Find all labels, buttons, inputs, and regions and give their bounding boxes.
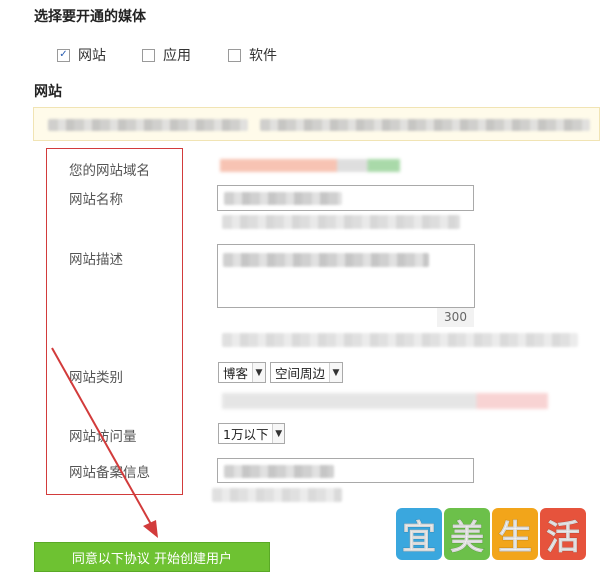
site-traffic-label: 网站访问量 [69, 429, 137, 445]
desc-hint-blurred [222, 333, 578, 347]
traffic-value: 1万以下 [223, 427, 269, 442]
watermark-char-2: 美 [444, 508, 490, 560]
category-primary-value: 博客 [223, 366, 249, 381]
media-option-app[interactable]: 应用 [142, 45, 191, 65]
blurred-notice-text [48, 119, 248, 131]
checkbox-app[interactable] [142, 48, 155, 62]
site-icp-label: 网站备案信息 [69, 465, 150, 481]
media-option-software[interactable]: 软件 [228, 45, 277, 65]
category-secondary-select[interactable]: 空间周边 ▼ [270, 362, 343, 383]
notice-bar [33, 107, 600, 141]
category-secondary-value: 空间周边 [275, 366, 326, 381]
watermark-char-1: 宜 [396, 508, 442, 560]
icp-input-blurred [224, 465, 334, 478]
watermark-logo: 宜 美 生 活 [396, 508, 586, 566]
site-desc-textarea-blurred [223, 253, 429, 267]
website-section-title: 网站 [34, 84, 62, 100]
traffic-select[interactable]: 1万以下 ▼ [218, 423, 285, 444]
site-desc-label: 网站描述 [69, 252, 123, 268]
domain-value-blurred [220, 159, 400, 172]
media-option-software-label: 软件 [249, 48, 277, 64]
category-primary-select[interactable]: 博客 ▼ [218, 362, 266, 383]
site-category-label: 网站类别 [69, 370, 123, 386]
watermark-char-4: 活 [540, 508, 586, 560]
watermark-char-3: 生 [492, 508, 538, 560]
category-hint-blurred [222, 393, 548, 409]
chevron-down-icon: ▼ [272, 424, 284, 443]
blurred-notice-text-2 [260, 119, 590, 131]
site-name-hint-blurred [222, 215, 460, 229]
media-option-website-label: 网站 [78, 48, 106, 64]
chevron-down-icon: ▼ [329, 363, 342, 382]
chevron-down-icon: ▼ [252, 363, 265, 382]
agree-create-button[interactable]: 同意以下协议 开始创建用户 [34, 542, 270, 572]
site-name-label: 网站名称 [69, 192, 123, 208]
checkbox-website[interactable]: ✓ [57, 48, 70, 62]
icp-hint-blurred [212, 488, 342, 502]
checkbox-software[interactable] [228, 48, 241, 62]
site-name-input[interactable] [217, 185, 474, 211]
media-option-website[interactable]: ✓ 网站 [57, 45, 106, 65]
site-desc-textarea[interactable] [217, 244, 475, 308]
desc-char-counter: 300 [437, 308, 474, 327]
site-name-input-blurred [224, 192, 342, 205]
media-option-app-label: 应用 [163, 48, 191, 64]
icp-input[interactable] [217, 458, 474, 483]
domain-label: 您的网站域名 [69, 163, 150, 179]
media-select-title: 选择要开通的媒体 [34, 9, 146, 25]
